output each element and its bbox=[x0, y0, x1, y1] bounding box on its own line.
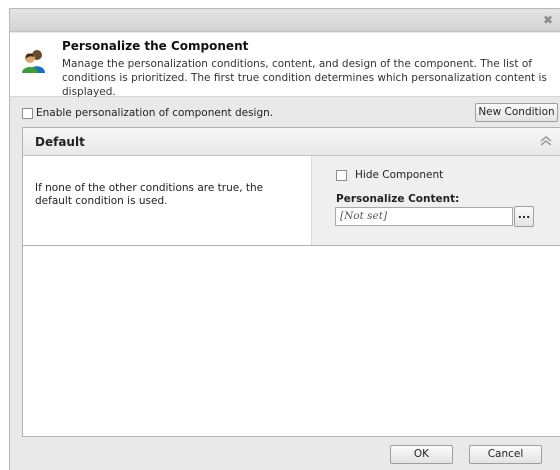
personalize-dialog: ✖ Personalize the Component Manage the p… bbox=[9, 8, 560, 470]
condition-title: Default bbox=[35, 135, 85, 149]
personalize-content-field[interactable]: [Not set] bbox=[335, 207, 513, 226]
hide-component-label: Hide Component bbox=[355, 169, 444, 181]
cancel-button[interactable]: Cancel bbox=[469, 445, 542, 464]
enable-design-option[interactable]: Enable personalization of component desi… bbox=[22, 106, 273, 119]
personalize-content-label: Personalize Content: bbox=[336, 193, 460, 205]
enable-design-label: Enable personalization of component desi… bbox=[36, 107, 274, 119]
hide-component-checkbox[interactable] bbox=[336, 169, 347, 181]
browse-content-button[interactable]: ... bbox=[514, 206, 534, 227]
ok-button[interactable]: OK bbox=[390, 445, 453, 464]
dialog-titlebar[interactable]: ✖ bbox=[10, 9, 560, 32]
close-icon[interactable]: ✖ bbox=[541, 13, 555, 27]
header-title: Personalize the Component bbox=[62, 39, 249, 53]
condition-description: If none of the other conditions are true… bbox=[35, 182, 264, 207]
hide-component-option[interactable]: Hide Component bbox=[336, 168, 443, 181]
header-description: Manage the personalization conditions, c… bbox=[62, 58, 547, 98]
people-icon bbox=[22, 50, 45, 73]
condition-header-default[interactable]: Default bbox=[23, 128, 560, 156]
collapse-icon[interactable] bbox=[540, 136, 552, 146]
condition-settings: Hide Component Personalize Content: [Not… bbox=[311, 156, 560, 245]
conditions-toolbar: Enable personalization of component desi… bbox=[20, 103, 558, 123]
conditions-panel: Default If none of the other conditions … bbox=[22, 127, 560, 437]
dialog-header: Personalize the Component Manage the per… bbox=[10, 33, 560, 98]
condition-row-default: If none of the other conditions are true… bbox=[23, 156, 560, 246]
enable-design-checkbox[interactable] bbox=[22, 107, 33, 119]
new-condition-button[interactable]: New Condition bbox=[475, 103, 558, 122]
